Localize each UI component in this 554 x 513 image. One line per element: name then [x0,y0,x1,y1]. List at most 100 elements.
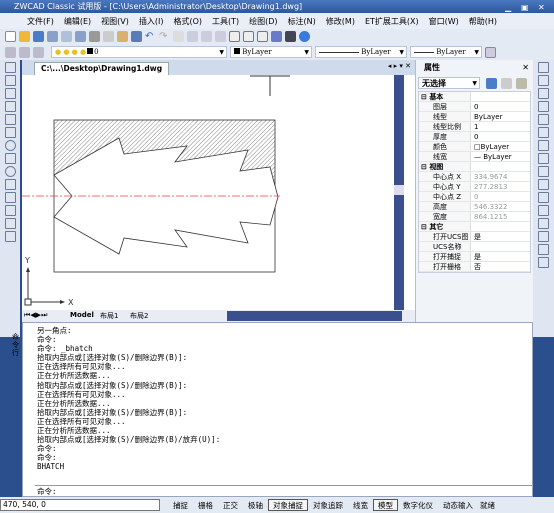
text-icon[interactable] [4,231,16,242]
property-row[interactable]: 中心点 Y 277.2813 [419,182,530,192]
pan-icon[interactable] [173,31,184,42]
property-row[interactable]: 线型比例 1 [419,122,530,132]
table-icon[interactable] [4,218,16,229]
design-center-icon[interactable] [243,31,254,42]
tool-palette-icon[interactable] [257,31,268,42]
undo-icon[interactable]: ↶ [145,31,156,42]
property-row[interactable]: 高度 546.3322 [419,202,530,212]
layer-select[interactable]: ● ● ● ● 0 ▼ [51,46,227,58]
tab-layout2[interactable]: 布局2 [130,311,148,321]
doc-close-icon[interactable]: ◂ ▸ ▾ ✕ [388,62,411,70]
move-icon[interactable] [538,127,549,138]
property-row[interactable]: 厚度 0 [419,132,530,142]
selection-select[interactable]: 无选择 ▼ [418,77,480,89]
property-row[interactable]: UCS名称 [419,242,530,252]
menu-draw[interactable]: 绘图(D) [244,16,282,27]
menu-edit[interactable]: 编辑(E) [59,16,96,27]
zoom-realtime-icon[interactable] [187,31,198,42]
property-row[interactable]: 线型 ByLayer [419,112,530,122]
linetype-select[interactable]: ByLayer ▼ [315,46,407,58]
document-tab[interactable]: C:\...\Desktop\Drawing1.dwg [34,62,170,75]
calculator-icon[interactable] [271,31,282,42]
tab-nav-icons[interactable]: ⏮◀▶⏭ [24,311,47,320]
paste-icon[interactable] [117,31,128,42]
region-icon[interactable] [4,205,16,216]
search-icon[interactable] [285,31,296,42]
join-icon[interactable] [538,231,549,242]
layer-manager-icon[interactable] [5,46,16,58]
fillet-icon[interactable] [538,257,549,268]
spline-icon[interactable] [4,153,16,164]
help-icon[interactable] [299,31,310,42]
vertical-scrollbar[interactable] [394,75,404,310]
property-row[interactable]: 颜色 □ByLayer [419,142,530,152]
zoom-window-icon[interactable] [201,31,212,42]
menu-view[interactable]: 视图(V) [96,16,134,27]
menu-tools[interactable]: 工具(T) [207,16,244,27]
lineweight-select[interactable]: ByLayer ▼ [410,46,482,58]
properties-icon[interactable] [229,31,240,42]
property-category[interactable]: ⊟ 其它 [419,222,530,232]
print-icon[interactable] [47,31,58,42]
tab-model[interactable]: Model [70,311,94,319]
plot-style-icon[interactable] [485,46,496,58]
open-icon[interactable] [19,31,30,42]
menu-format[interactable]: 格式(O) [168,16,207,27]
ellipse-icon[interactable] [4,166,16,177]
copy-object-icon[interactable] [538,75,549,86]
color-select[interactable]: ByLayer ▼ [230,46,312,58]
status-toggle[interactable]: 线宽 [348,499,373,511]
command-input[interactable]: 命令: [35,485,532,496]
menu-insert[interactable]: 插入(I) [134,16,169,27]
property-category[interactable]: ⊟ 视图 [419,162,530,172]
arc-icon[interactable] [4,127,16,138]
property-row[interactable]: 线宽 — ByLayer [419,152,530,162]
status-toggle[interactable]: 栅格 [193,499,218,511]
redo-icon[interactable]: ↷ [159,31,170,42]
menu-help[interactable]: 帮助(H) [464,16,502,27]
horizontal-scrollbar[interactable] [227,311,402,321]
lengthen-icon[interactable] [538,179,549,190]
cut-icon[interactable] [89,31,100,42]
status-toggle[interactable]: 数字化仪 [398,499,438,511]
save-icon[interactable] [33,31,44,42]
status-toggle[interactable]: 捕捉 [168,499,193,511]
polyline-icon[interactable] [4,88,16,99]
erase-icon[interactable] [538,62,549,73]
rectangle-icon[interactable] [4,114,16,125]
stretch-icon[interactable] [538,166,549,177]
status-toggle[interactable]: 动态输入 [438,499,478,511]
insert-block-icon[interactable] [4,179,16,190]
property-row[interactable]: 中心点 X 334.9674 [419,172,530,182]
drawing-canvas[interactable]: Y X [22,75,394,310]
offset-icon[interactable] [538,101,549,112]
zoom-previous-icon[interactable] [215,31,226,42]
menu-modify[interactable]: 修改(M) [321,16,360,27]
status-toggle[interactable]: 模型 [373,499,398,511]
line-icon[interactable] [4,62,16,73]
break-icon[interactable] [538,218,549,229]
match-properties-icon[interactable] [131,31,142,42]
layer-state-icon[interactable] [33,46,44,58]
select-objects-icon[interactable] [501,77,512,89]
extend-icon[interactable] [538,205,549,216]
preview-icon[interactable] [61,31,72,42]
property-row[interactable]: 打开UCS图标是 [419,232,530,251]
mirror-icon[interactable] [538,88,549,99]
property-row[interactable]: 图层 0 [419,102,530,112]
chamfer-icon[interactable] [538,244,549,255]
property-category[interactable]: ⊟ 基本 [419,92,530,102]
menu-file[interactable]: 文件(F) [22,16,59,27]
trim-icon[interactable] [538,192,549,203]
tab-layout1[interactable]: 布局1 [100,311,118,321]
hatch-icon[interactable] [4,192,16,203]
rotate-icon[interactable] [538,140,549,151]
status-toggle[interactable]: 对象捕捉 [268,499,308,511]
layer-previous-icon[interactable] [19,46,30,58]
scale-icon[interactable] [538,153,549,164]
array-icon[interactable] [538,114,549,125]
ray-icon[interactable] [4,75,16,86]
property-row[interactable]: 中心点 Z0 [419,192,530,202]
menu-window[interactable]: 窗口(W) [424,16,464,27]
status-toggle[interactable]: 正交 [218,499,243,511]
